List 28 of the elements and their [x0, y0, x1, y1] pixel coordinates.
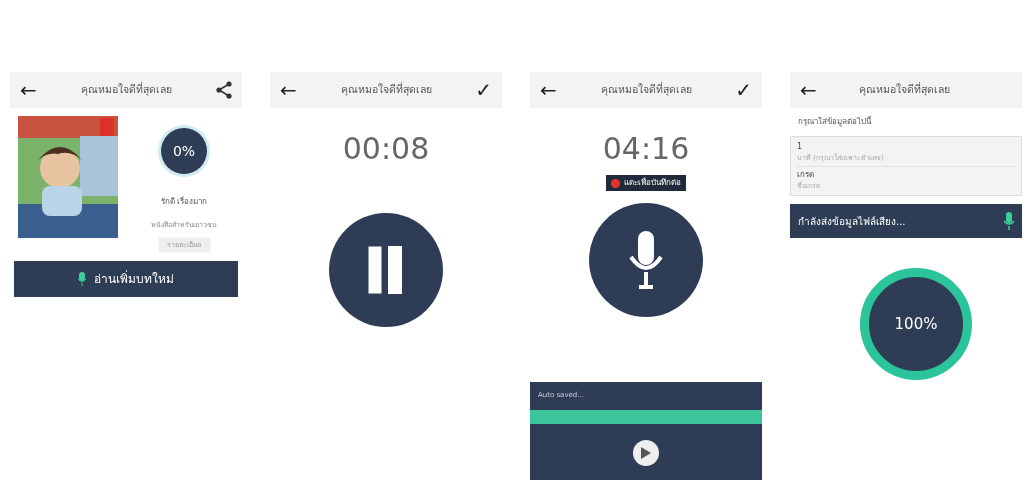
tooltip-text: แตะเพื่อบันทึกต่อ — [624, 177, 681, 189]
confirm-button[interactable]: ✓ — [735, 80, 752, 100]
share-icon[interactable] — [216, 81, 232, 99]
read-button[interactable]: อ่านเพิ่มบทใหม่ — [14, 261, 238, 297]
status-text: กำลังส่งข้อมูลไฟล์เสียง... — [798, 214, 906, 229]
back-button[interactable]: ← — [20, 80, 37, 100]
progress-circle: 100% — [860, 268, 972, 380]
microphone-icon — [629, 231, 663, 289]
timer-text: 00:08 — [341, 130, 431, 168]
back-button[interactable]: ← — [280, 80, 297, 100]
field-value: 1 — [797, 141, 804, 153]
progress-circle: 0% — [161, 128, 207, 174]
screen-title: คุณหมอใจดีที่สุดเลย — [857, 82, 951, 98]
form-prompt: กรุณาใส่ข้อมูลต่อไปนี้ — [797, 115, 873, 129]
field-value: เกรด — [797, 168, 815, 181]
screen-title: คุณหมอใจดีที่สุดเลย — [339, 82, 433, 98]
play-button[interactable] — [633, 440, 659, 466]
timer-text: 04:16 — [601, 130, 691, 168]
back-button[interactable]: ← — [800, 80, 817, 100]
screen-title: คุณหมอใจดีที่สุดเลย — [79, 82, 173, 98]
back-button[interactable]: ← — [540, 80, 557, 100]
microphone-icon — [1004, 212, 1014, 230]
screen-title: คุณหมอใจดีที่สุดเลย — [599, 82, 693, 98]
confirm-button[interactable]: ✓ — [475, 80, 492, 100]
author-name: รักดี เรื่องมาก — [160, 196, 208, 208]
microphone-icon — [78, 272, 86, 286]
record-icon — [611, 178, 620, 188]
play-icon — [641, 447, 651, 459]
